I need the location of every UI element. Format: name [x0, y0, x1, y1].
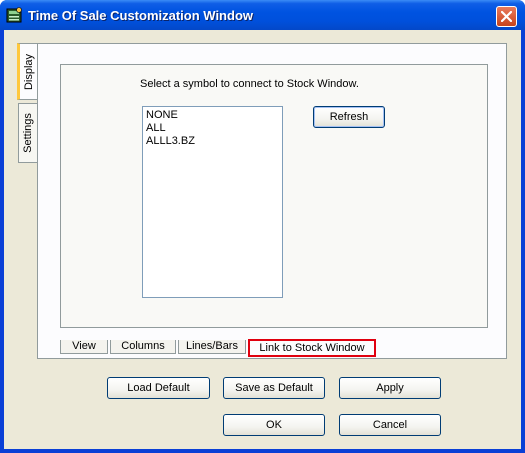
close-button[interactable]: [496, 6, 517, 27]
dialog-body: Display Settings Select a symbol to conn…: [4, 30, 521, 449]
tab-lines-bars[interactable]: Lines/Bars: [178, 340, 246, 354]
list-item[interactable]: NONE: [146, 109, 279, 122]
tab-display-label: Display: [22, 53, 35, 90]
list-item[interactable]: ALL: [146, 122, 279, 135]
symbol-listbox[interactable]: NONE ALL ALLL3.BZ: [142, 106, 283, 298]
tab-columns[interactable]: Columns: [110, 340, 176, 354]
link-to-stock-window-panel: Select a symbol to connect to Stock Wind…: [60, 64, 488, 328]
tab-settings[interactable]: Settings: [18, 103, 38, 163]
tab-view[interactable]: View: [60, 340, 108, 354]
load-default-button[interactable]: Load Default: [107, 377, 210, 399]
window-title: Time Of Sale Customization Window: [28, 8, 253, 23]
title-bar[interactable]: Time Of Sale Customization Window: [0, 0, 525, 30]
close-icon: [501, 11, 512, 22]
customization-window: Time Of Sale Customization Window Displa…: [0, 0, 525, 453]
cancel-button[interactable]: Cancel: [339, 414, 441, 436]
ok-button[interactable]: OK: [223, 414, 325, 436]
apply-button[interactable]: Apply: [339, 377, 441, 399]
save-as-default-button[interactable]: Save as Default: [223, 377, 325, 399]
display-tab-panel: Select a symbol to connect to Stock Wind…: [37, 43, 507, 359]
app-icon: [6, 7, 22, 23]
list-item[interactable]: ALLL3.BZ: [146, 135, 279, 148]
refresh-button[interactable]: Refresh: [313, 106, 385, 128]
tab-link-to-stock-window[interactable]: Link to Stock Window: [248, 339, 376, 357]
symbol-prompt-label: Select a symbol to connect to Stock Wind…: [140, 78, 359, 90]
tab-display[interactable]: Display: [17, 43, 37, 100]
tab-settings-label: Settings: [22, 113, 34, 153]
